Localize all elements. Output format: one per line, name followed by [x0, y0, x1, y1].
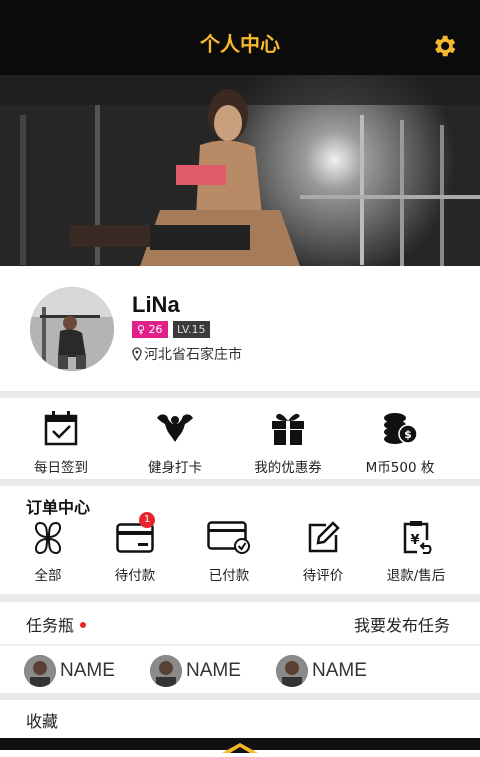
task-title: 任务瓶: [26, 612, 87, 636]
user-name: NAME: [186, 660, 241, 681]
notification-dot: [80, 622, 87, 628]
profile-card: LiNa ♀ 26 LV.15 河北省石家庄市: [0, 266, 480, 391]
order-item-label: 待付款: [114, 568, 156, 584]
edit-icon: [308, 521, 340, 553]
gear-icon[interactable]: [430, 32, 458, 60]
divider: [0, 644, 480, 646]
favorites-row[interactable]: 收藏: [0, 700, 480, 738]
user-item[interactable]: NAME: [276, 655, 367, 687]
gender-age-badge: ♀ 26: [132, 321, 168, 338]
divider: [0, 594, 480, 602]
task-title-text: 任务瓶: [26, 616, 75, 635]
order-item-to-review[interactable]: 待评价: [275, 520, 371, 584]
quick-item-label: 每日签到: [34, 460, 88, 476]
avatar: [24, 655, 56, 687]
publish-task-link[interactable]: 我要发布任务: [354, 612, 450, 636]
card-paid-icon: [207, 521, 250, 554]
quick-item-checkin[interactable]: 每日签到: [1, 408, 121, 476]
quick-item-label: 健身打卡: [148, 460, 202, 476]
quick-item-coins[interactable]: $ M币500 枚: [340, 408, 460, 476]
divider: [0, 693, 480, 700]
bottom-nav-bar: [0, 738, 480, 753]
user-item[interactable]: NAME: [150, 655, 241, 687]
page-title: 个人中心: [200, 32, 280, 56]
divider: [0, 391, 480, 398]
order-item-paid[interactable]: 已付款: [181, 520, 277, 584]
quick-item-fitness[interactable]: 健身打卡: [115, 408, 235, 476]
calendar-check-icon: [44, 411, 78, 446]
avatar[interactable]: [30, 287, 114, 371]
location-text: 河北省石家庄市: [144, 347, 242, 363]
order-item-label: 待评价: [302, 568, 344, 584]
order-center-title: 订单中心: [26, 498, 91, 517]
coins-icon: $: [384, 413, 418, 444]
top-bar: 个人中心: [0, 0, 480, 75]
order-center: 订单中心 全部 1 待付款 已付款 待评价 ¥ 退款/售后: [0, 486, 480, 594]
task-row[interactable]: 任务瓶 我要发布任务: [0, 602, 480, 644]
banner-image: [0, 75, 480, 266]
avatar: [150, 655, 182, 687]
order-item-label: 已付款: [208, 568, 250, 584]
user-list: NAME NAME NAME: [0, 647, 480, 693]
refund-icon: ¥: [403, 521, 432, 554]
location-pin-icon: [132, 347, 142, 362]
user-name: NAME: [60, 660, 115, 681]
quick-item-coupons[interactable]: 我的优惠券: [228, 408, 348, 476]
gift-icon: [272, 413, 304, 445]
order-item-refund[interactable]: ¥ 退款/售后: [368, 520, 464, 584]
clover-icon: [34, 521, 62, 555]
svg-text:$: $: [404, 428, 412, 441]
order-item-label: 全部: [34, 568, 62, 584]
quick-item-label: 我的优惠券: [254, 460, 322, 476]
user-item[interactable]: NAME: [24, 655, 115, 687]
svg-text:¥: ¥: [410, 533, 419, 548]
pending-count-badge: 1: [139, 512, 155, 528]
favorites-title: 收藏: [26, 712, 59, 731]
level-badge: LV.15: [173, 321, 210, 338]
divider: [0, 479, 480, 486]
avatar: [276, 655, 308, 687]
order-item-pending-payment[interactable]: 1 待付款: [87, 512, 183, 584]
muscle-icon: [157, 414, 193, 442]
user-name: LiNa: [132, 292, 180, 317]
order-item-all[interactable]: 全部: [0, 520, 96, 584]
quick-actions: 每日签到 健身打卡 我的优惠券 $ M币500 枚: [0, 398, 480, 478]
order-item-label: 退款/售后: [386, 568, 446, 584]
user-name: NAME: [312, 660, 367, 681]
quick-item-label: M币500 枚: [365, 460, 435, 476]
location: 河北省石家庄市: [132, 344, 242, 364]
